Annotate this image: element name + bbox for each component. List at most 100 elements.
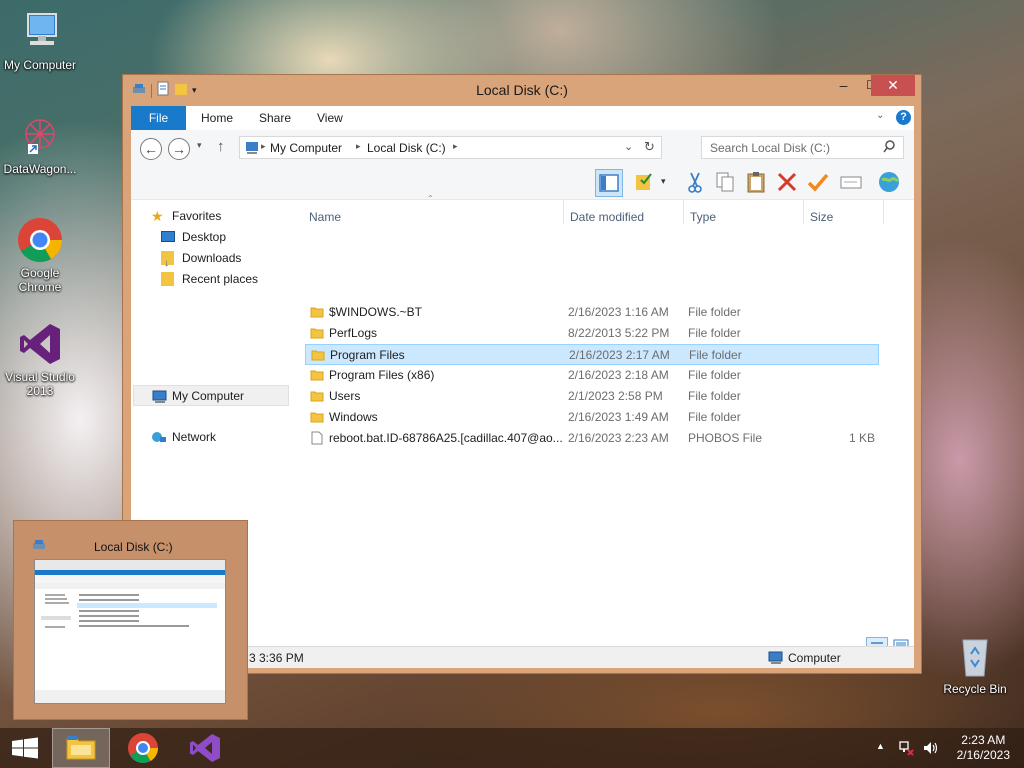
nav-downloads[interactable]: ↓ Downloads bbox=[161, 248, 317, 269]
desktop-icon-chrome[interactable]: Google Chrome bbox=[0, 216, 80, 294]
start-button[interactable] bbox=[0, 728, 50, 768]
delete-icon bbox=[777, 172, 797, 192]
nav-desktop[interactable]: Desktop bbox=[161, 227, 317, 248]
file-row[interactable]: Windows 2/16/2023 1:49 AM File folder bbox=[305, 407, 879, 428]
help-icon[interactable]: ? bbox=[896, 110, 911, 125]
chevron-right-icon[interactable]: ▸ bbox=[261, 141, 266, 152]
file-type: File folder bbox=[688, 368, 741, 382]
chevron-down-icon[interactable]: ⌄ bbox=[876, 110, 884, 121]
title-bar[interactable]: ▾ Local Disk (C:) – ☐ ✕ bbox=[123, 75, 921, 105]
globe-icon bbox=[879, 172, 899, 192]
recent-places-icon bbox=[161, 272, 174, 286]
nav-recent-places[interactable]: Recent places bbox=[161, 269, 317, 290]
forward-button[interactable]: → bbox=[168, 138, 190, 160]
file-row[interactable]: Users 2/1/2023 2:58 PM File folder bbox=[305, 386, 879, 407]
breadcrumb-local-disk[interactable]: Local Disk (C:) bbox=[367, 141, 446, 155]
recent-locations-icon[interactable]: ▾ bbox=[197, 140, 202, 151]
column-divider[interactable] bbox=[883, 200, 884, 224]
column-divider[interactable] bbox=[803, 200, 804, 224]
globe-button[interactable] bbox=[876, 169, 904, 197]
taskbar-visual-studio[interactable] bbox=[176, 728, 234, 768]
file-row[interactable]: PerfLogs 8/22/2013 5:22 PM File folder bbox=[305, 323, 879, 344]
taskbar-file-explorer[interactable] bbox=[52, 728, 110, 768]
preview-pane-button[interactable] bbox=[595, 169, 623, 197]
back-button[interactable]: ← bbox=[140, 138, 162, 160]
copy-icon bbox=[716, 172, 734, 192]
chevron-right-icon[interactable]: ▸ bbox=[356, 141, 361, 152]
desktop-icon-visual-studio[interactable]: Visual Studio 2013 bbox=[0, 320, 80, 398]
star-icon: ★ bbox=[151, 208, 164, 224]
desktop-icon-my-computer[interactable]: My Computer bbox=[0, 8, 80, 72]
search-icon[interactable] bbox=[883, 140, 895, 157]
nav-network[interactable]: Network bbox=[151, 427, 307, 448]
cut-button[interactable] bbox=[682, 169, 710, 197]
folder-icon bbox=[311, 348, 325, 362]
desktop-icon-label: Google Chrome bbox=[18, 266, 62, 294]
file-row-selected[interactable]: Program Files 2/16/2023 2:17 AM File fol… bbox=[305, 344, 879, 365]
desktop-icon-recycle-bin[interactable]: Recycle Bin bbox=[935, 632, 1015, 696]
nav-my-computer[interactable]: My Computer bbox=[133, 385, 289, 406]
paste-button[interactable] bbox=[743, 169, 771, 197]
nav-label: My Computer bbox=[172, 389, 245, 403]
minimize-button[interactable]: – bbox=[829, 75, 858, 96]
close-button[interactable]: ✕ bbox=[871, 75, 915, 96]
visual-studio-icon bbox=[190, 734, 220, 762]
file-name: Program Files (x86) bbox=[329, 368, 435, 382]
clock-date: 2/16/2023 bbox=[956, 748, 1010, 762]
nav-label: Network bbox=[172, 430, 217, 444]
rename-button[interactable] bbox=[805, 169, 833, 197]
column-divider[interactable] bbox=[683, 200, 684, 224]
address-dropdown-icon[interactable]: ⌄ bbox=[624, 140, 633, 153]
network-icon bbox=[151, 431, 167, 452]
network-status-icon[interactable] bbox=[898, 740, 914, 759]
clock-time: 2:23 AM bbox=[961, 733, 1006, 747]
file-icon bbox=[310, 431, 324, 445]
file-row[interactable]: $WINDOWS.~BT 2/16/2023 1:16 AM File fold… bbox=[305, 302, 879, 323]
select-all-button[interactable] bbox=[838, 169, 866, 197]
file-row[interactable]: Program Files (x86) 2/16/2023 2:18 AM Fi… bbox=[305, 365, 879, 386]
window-title: Local Disk (C:) bbox=[476, 82, 568, 98]
cut-icon bbox=[688, 172, 702, 193]
tab-view[interactable]: View bbox=[317, 106, 343, 130]
dropdown-arrow-icon[interactable]: ▾ bbox=[661, 176, 666, 187]
column-divider[interactable] bbox=[563, 200, 564, 224]
file-explorer-icon bbox=[66, 736, 96, 760]
computer-icon bbox=[152, 390, 168, 411]
show-hidden-icons-button[interactable]: ▲ bbox=[876, 741, 885, 751]
recycle-bin-icon bbox=[951, 632, 999, 680]
chevron-right-icon[interactable]: ▸ bbox=[453, 141, 458, 152]
visual-studio-icon bbox=[16, 320, 64, 368]
status-date-text: 3 3:36 PM bbox=[249, 651, 304, 665]
file-row[interactable]: reboot.bat.ID-68786A25.[cadillac.407@ao.… bbox=[305, 428, 879, 449]
refresh-icon[interactable]: ↻ bbox=[644, 139, 655, 155]
column-header-size[interactable]: Size bbox=[810, 210, 833, 224]
drive-icon bbox=[31, 537, 47, 556]
folder-icon bbox=[310, 326, 324, 340]
computer-icon bbox=[768, 651, 784, 668]
tab-file[interactable]: File bbox=[131, 106, 186, 130]
tab-share[interactable]: Share bbox=[259, 106, 291, 130]
volume-icon[interactable] bbox=[922, 740, 940, 759]
properties-button[interactable] bbox=[631, 169, 659, 197]
column-header-type[interactable]: Type bbox=[690, 210, 716, 224]
breadcrumb-my-computer[interactable]: My Computer bbox=[270, 141, 342, 155]
file-date: 2/1/2023 2:58 PM bbox=[568, 389, 663, 403]
column-header-name[interactable]: Name bbox=[309, 210, 341, 224]
select-icon bbox=[840, 176, 862, 189]
search-input[interactable]: Search Local Disk (C:) bbox=[701, 136, 904, 159]
delete-button[interactable] bbox=[774, 169, 802, 197]
system-clock[interactable]: 2:23 AM 2/16/2023 bbox=[957, 733, 1010, 763]
file-name: Windows bbox=[329, 410, 378, 424]
tab-home[interactable]: Home bbox=[201, 106, 233, 130]
desktop-icon-datawagon[interactable]: DataWagon... bbox=[0, 112, 80, 176]
nav-favorites[interactable]: ★ Favorites bbox=[151, 206, 307, 227]
file-date: 2/16/2023 2:18 AM bbox=[568, 368, 669, 382]
nav-label: Recent places bbox=[182, 272, 259, 286]
column-header-date[interactable]: Date modified bbox=[570, 210, 644, 224]
chrome-icon bbox=[128, 733, 158, 764]
up-button[interactable]: ↑ bbox=[217, 138, 225, 155]
address-bar[interactable]: ▸ My Computer ▸ Local Disk (C:) ▸ ⌄ ↻ bbox=[239, 136, 662, 159]
copy-button[interactable] bbox=[712, 169, 740, 197]
taskbar-thumbnail-preview[interactable]: Local Disk (C:) bbox=[13, 520, 248, 720]
taskbar-chrome[interactable] bbox=[114, 728, 172, 768]
